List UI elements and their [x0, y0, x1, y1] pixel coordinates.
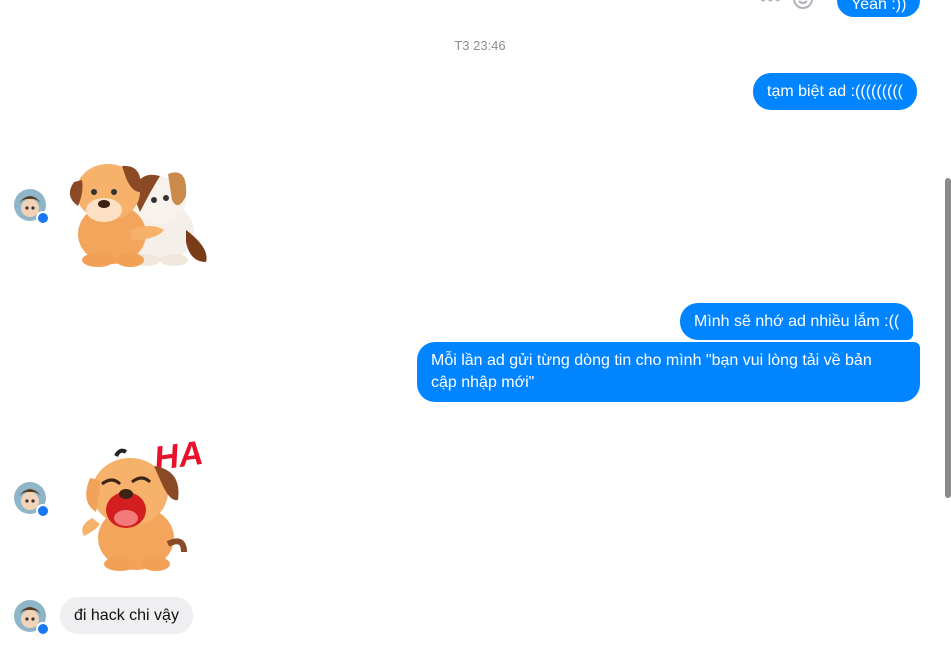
timestamp: T3 23:46: [454, 38, 506, 53]
outgoing-message[interactable]: Mình sẽ nhớ ad nhiều lắm :((: [680, 303, 914, 340]
more-icon[interactable]: •••: [760, 0, 782, 10]
hugging-dogs-sticker[interactable]: [60, 152, 210, 275]
laughing-dog-sticker[interactable]: HA: [72, 426, 212, 581]
outgoing-message[interactable]: tạm biệt ad :(((((((((: [753, 73, 917, 110]
incoming-message[interactable]: đi hack chi vậy: [60, 597, 193, 634]
avatar[interactable]: [14, 189, 49, 224]
messenger-badge-icon: [36, 504, 49, 517]
message-thread: ••• Yeah :)) T3 23:46 tạm biệt ad :(((((…: [0, 0, 951, 646]
avatar[interactable]: [14, 600, 49, 635]
outgoing-message-partial[interactable]: Yeah :)): [837, 0, 921, 17]
outgoing-message[interactable]: Mỗi lần ad gửi từng dòng tin cho mình "b…: [417, 342, 920, 402]
avatar[interactable]: [14, 482, 49, 517]
messenger-badge-icon: [36, 622, 49, 635]
messenger-badge-icon: [36, 211, 49, 224]
scrollbar-thumb[interactable]: [945, 178, 951, 498]
message-actions: •••: [760, 0, 814, 10]
emoji-icon[interactable]: [792, 0, 814, 10]
